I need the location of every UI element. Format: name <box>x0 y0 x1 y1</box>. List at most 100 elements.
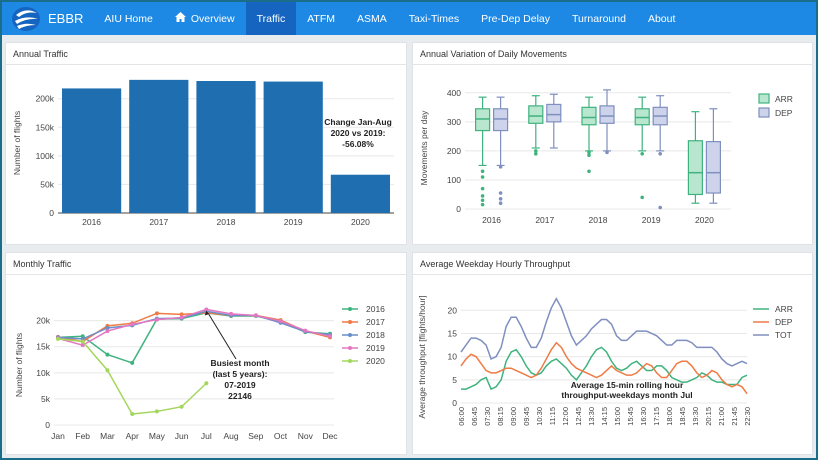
y-tick-label: 0 <box>45 420 50 430</box>
x-tick-label: Mar <box>100 431 115 441</box>
y-axis-label: Movements per day <box>419 110 429 185</box>
outlier-point <box>480 186 485 191</box>
panel-title: Annual Variation of Daily Movements <box>413 43 812 65</box>
nav-label: About <box>647 12 676 25</box>
nav-item-asma[interactable]: ASMA <box>346 2 398 35</box>
outlier-point <box>498 201 503 205</box>
y-tick-label: 15k <box>36 342 50 352</box>
data-point <box>179 315 184 320</box>
legend-marker <box>348 333 352 337</box>
x-tick-label: 19:30 <box>691 407 700 426</box>
outlier-point <box>480 202 485 207</box>
top-navbar: EBBR AIU Home Overview Traffic ATFM ASMA… <box>2 2 816 35</box>
app-frame: EBBR AIU Home Overview Traffic ATFM ASMA… <box>2 2 816 458</box>
data-point <box>154 317 159 322</box>
nav-label: AIU Home <box>104 12 153 25</box>
x-tick-label: 20:15 <box>704 407 713 426</box>
hourly-throughput-panel: Average Weekday Hourly Throughput 0 5 10 15… <box>412 252 813 455</box>
x-tick-label: 18:45 <box>678 407 687 426</box>
data-point <box>179 404 184 409</box>
outlier-point <box>498 191 503 195</box>
nav-label: ASMA <box>357 12 387 25</box>
series-line-2017 <box>57 312 331 343</box>
x-tick-label: Apr <box>126 431 139 441</box>
x-tick-label: 14:15 <box>600 407 609 426</box>
x-tick-label: 22:30 <box>743 407 752 426</box>
x-tick-label: 2019 <box>284 217 303 227</box>
y-tick-label: 200k <box>36 94 55 104</box>
box-dep-2018 <box>599 105 615 124</box>
busiest-month-annotation: (last 5 years): <box>213 369 268 379</box>
x-tick-label: 2020 <box>351 217 370 227</box>
legend-label: 2019 <box>366 343 385 353</box>
data-point <box>105 329 110 334</box>
x-tick-label: 2016 <box>482 215 501 225</box>
y-tick-label: 10 <box>448 352 458 362</box>
nav-label: ATFM <box>307 12 336 25</box>
nav-item-overview[interactable]: Overview <box>164 2 246 35</box>
x-tick-label: 18:00 <box>665 407 674 426</box>
change-annotation: 2020 vs 2019: <box>331 128 386 138</box>
nav-item-aiu-home[interactable]: AIU Home <box>93 2 163 35</box>
x-tick-label: 2018 <box>217 217 236 227</box>
daily-movements-boxplot[interactable]: 0 100 200 300 400 2016 2017 2018 2019 2020 ARR DEP M… <box>413 65 812 245</box>
x-tick-label: Aug <box>224 431 239 441</box>
data-point <box>105 352 110 357</box>
brand-title[interactable]: EBBR <box>48 11 83 26</box>
y-tick-label: 0 <box>452 398 457 408</box>
x-tick-label: 09:45 <box>522 407 531 426</box>
y-tick-label: 300 <box>447 117 461 127</box>
outlier-point <box>480 198 485 203</box>
y-tick-label: 0 <box>456 204 461 214</box>
x-tick-label: 2019 <box>642 215 661 225</box>
legend-label: 2020 <box>366 356 385 366</box>
x-tick-label: 21:00 <box>717 407 726 426</box>
x-tick-label: 2017 <box>149 217 168 227</box>
monthly-traffic-panel: Monthly Traffic 0 5k 10k 15k 20k Jan Feb Mar Apr… <box>5 252 407 455</box>
busiest-month-annotation: 22146 <box>228 391 252 401</box>
outlier-point <box>498 197 503 201</box>
box-arr-2020 <box>687 140 703 196</box>
x-tick-label: 17:15 <box>652 407 661 426</box>
outlier-point <box>480 194 485 198</box>
x-tick-label: 09:00 <box>509 407 518 426</box>
outlier-point <box>498 165 503 169</box>
hourly-throughput-chart[interactable]: 0 5 10 15 20 06:00 06:45 07:30 08:15 09:00 09:45 10… <box>413 275 812 455</box>
x-tick-label: Oct <box>274 431 288 441</box>
x-tick-label: Jan <box>51 431 65 441</box>
data-point <box>130 322 135 327</box>
y-tick-label: 20k <box>36 316 50 326</box>
outlier-point <box>587 153 591 158</box>
nav-label: Traffic <box>256 12 286 25</box>
legend-label: 2016 <box>366 304 385 314</box>
series-line-tot <box>460 297 748 367</box>
data-point <box>303 328 308 333</box>
busiest-month-annotation: 07-2019 <box>224 380 255 390</box>
x-tick-label: Jun <box>175 431 189 441</box>
data-point <box>130 412 135 417</box>
nav-item-about[interactable]: About <box>637 2 686 35</box>
nav-item-atfm[interactable]: ATFM <box>296 2 346 35</box>
y-tick-label: 10k <box>36 368 50 378</box>
y-tick-label: 5k <box>41 394 51 404</box>
y-tick-label: 15 <box>448 328 458 338</box>
x-tick-label: 15:00 <box>613 407 622 426</box>
x-tick-label: 21:45 <box>730 407 739 426</box>
brand-logo-icon[interactable] <box>6 2 46 35</box>
nav-item-taxi-times[interactable]: Taxi-Times <box>398 2 470 35</box>
y-tick-label: 400 <box>447 88 461 98</box>
box-dep-2017 <box>546 103 562 123</box>
outlier-point <box>640 152 644 156</box>
outlier-point <box>658 152 662 156</box>
nav-item-pre-dep-delay[interactable]: Pre-Dep Delay <box>470 2 561 35</box>
data-point <box>204 381 209 386</box>
y-axis-label: Number of flights <box>12 111 22 175</box>
data-point <box>154 409 159 414</box>
data-point <box>253 313 258 318</box>
annual-traffic-chart[interactable]: 0 50k 100k 150k 200k 2016 2017 2018 2019 2020 Numb… <box>6 65 406 245</box>
monthly-traffic-chart[interactable]: 0 5k 10k 15k 20k Jan Feb Mar Apr May Jun Jul Aug Sep O… <box>6 275 406 455</box>
outlier-point <box>605 150 609 155</box>
nav-item-traffic[interactable]: Traffic <box>245 2 297 35</box>
y-tick-label: 100k <box>36 151 55 161</box>
nav-item-turnaround[interactable]: Turnaround <box>561 2 637 35</box>
